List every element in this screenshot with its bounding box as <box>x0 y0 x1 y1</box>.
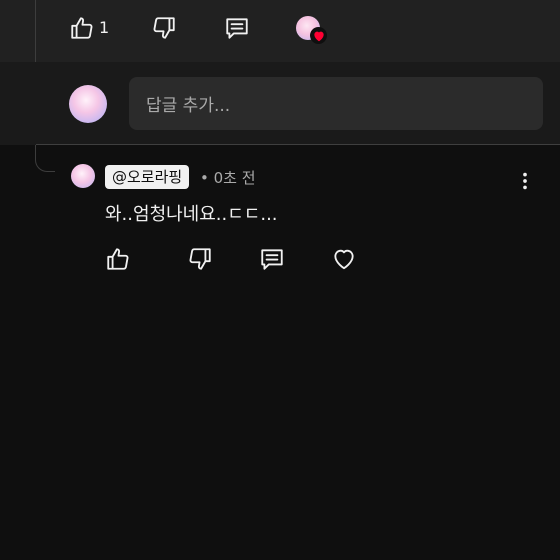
reply-text: 와..엄청나네요..ㄷㄷ... <box>105 204 278 225</box>
reply-input[interactable]: 답글 추가... <box>129 77 543 130</box>
reply-thread-connector <box>35 145 55 172</box>
reply-reply-button[interactable] <box>258 245 286 273</box>
thumbs-down-icon <box>153 17 175 39</box>
thread-connector-line <box>35 0 36 62</box>
reply-button[interactable] <box>223 14 251 42</box>
more-vert-icon <box>523 172 527 190</box>
user-avatar <box>69 85 107 123</box>
reply-author-name[interactable]: @오로라핑 <box>105 165 190 189</box>
reply-like-button[interactable] <box>104 245 132 273</box>
thumbs-down-icon <box>189 248 211 270</box>
like-count: 1 <box>99 18 110 37</box>
reply-icon <box>261 249 283 270</box>
thumbs-up-icon <box>71 17 93 39</box>
like-button[interactable] <box>68 14 96 42</box>
creator-heart-icon <box>313 31 324 41</box>
creator-heart-badge[interactable] <box>310 27 327 44</box>
reply-dislike-button[interactable] <box>186 245 214 273</box>
thumbs-up-icon <box>107 248 129 270</box>
divider <box>36 144 560 145</box>
reply-icon <box>226 18 248 39</box>
reply-timestamp: • 0초 전 <box>200 169 256 187</box>
reply-heart-button[interactable] <box>330 245 358 273</box>
reply-author-avatar[interactable] <box>71 164 95 188</box>
heart-outline-icon <box>334 249 354 270</box>
more-options-button[interactable] <box>514 170 536 192</box>
dislike-button[interactable] <box>150 14 178 42</box>
